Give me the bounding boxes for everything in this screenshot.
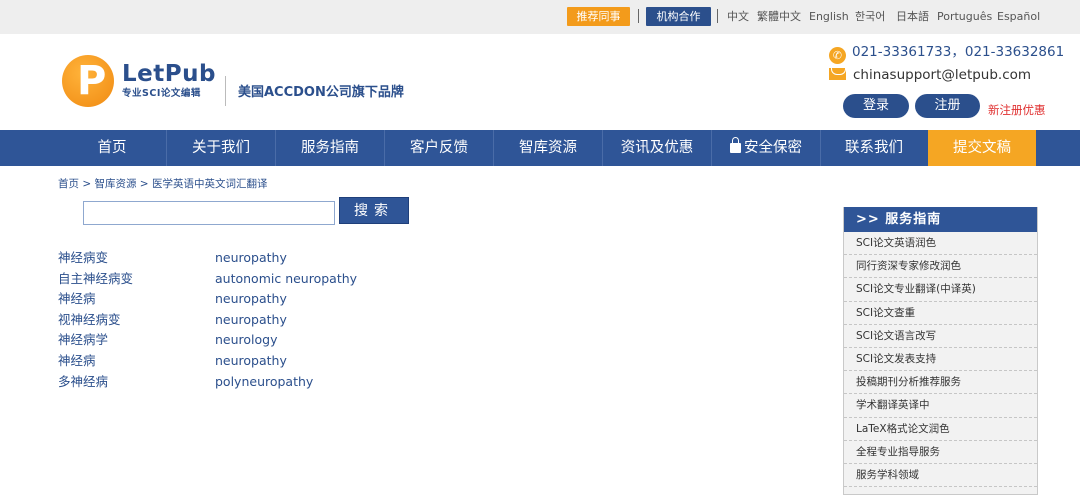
nav-contact[interactable]: 联系我们 [821,130,927,166]
nav-about[interactable]: 关于我们 [167,130,275,166]
result-row: 神经病变 neuropathy [58,248,458,268]
recommend-colleague-button[interactable]: 推荐同事 [567,7,630,26]
search-input[interactable] [83,201,335,225]
sidebar-item-en-zh-translation[interactable]: 学术翻译英译中 [844,394,1037,418]
contact-phone: ✆ 021-33361733，021-33632861 [829,43,1064,64]
nav-submit-manuscript[interactable]: 提交文稿 [928,130,1036,166]
result-term-zh[interactable]: 神经病学 [58,330,108,350]
result-row: 神经病 neuropathy [58,289,458,309]
lock-icon [730,137,741,153]
logo-divider [225,76,226,106]
brand-slogan: 美国ACCDON公司旗下品牌 [238,85,404,100]
register-button[interactable]: 注册 [915,94,980,118]
result-term-en[interactable]: autonomic neuropathy [215,269,357,289]
phone-number: 021-33361733，021-33632861 [852,44,1065,60]
search-button[interactable]: 搜索 [339,197,409,224]
result-term-zh[interactable]: 神经病 [58,351,96,371]
lang-pt-link[interactable]: Português [937,9,992,25]
sidebar-item-latex-polish[interactable]: LaTeX格式论文润色 [844,418,1037,441]
top-bar: 推荐同事 机构合作 中文 繁體中文 English 한국어 日本語 Portug… [0,0,1080,34]
org-cooperation-button[interactable]: 机构合作 [646,7,711,26]
phone-icon: ✆ [829,47,846,64]
result-row: 神经病 neuropathy [58,351,458,371]
lang-es-link[interactable]: Español [997,9,1040,25]
sidebar-item-expert-polish[interactable]: 同行资深专家修改润色 [844,255,1037,279]
result-term-zh[interactable]: 神经病变 [58,248,108,268]
sidebar-item-full-guidance[interactable]: 全程专业指导服务 [844,441,1037,464]
nav-service-guide[interactable]: 服务指南 [276,130,384,166]
result-row: 视神经病变 neuropathy [58,310,458,330]
result-term-zh[interactable]: 视神经病变 [58,310,121,330]
result-term-en[interactable]: neurology [215,330,278,350]
result-term-en[interactable]: neuropathy [215,289,287,309]
service-guide-sidebar: >> 服务指南 SCI论文英语润色 同行资深专家修改润色 SCI论文专业翻译(中… [843,207,1038,495]
main-nav: 首页 关于我们 服务指南 客户反馈 智库资源 资讯及优惠 安全保密 联系我们 提… [0,130,1080,166]
login-button[interactable]: 登录 [843,94,909,118]
sidebar-item-sci-polish[interactable]: SCI论文英语润色 [844,232,1037,256]
sidebar-title: >> 服务指南 [844,207,1037,232]
breadcrumb[interactable]: 首页 > 智库资源 > 医学英语中英文词汇翻译 [58,177,267,191]
sidebar-item-rewrite[interactable]: SCI论文语言改写 [844,325,1037,348]
lang-ja-link[interactable]: 日本語 [896,9,929,25]
sidebar-item-plagiarism-check[interactable]: SCI论文查重 [844,302,1037,325]
lang-zh-link[interactable]: 中文 [727,9,749,25]
sidebar-item-subject-areas[interactable]: 服务学科领域 [844,464,1037,488]
result-term-en[interactable]: neuropathy [215,351,287,371]
mail-icon [829,68,846,80]
result-term-en[interactable]: neuropathy [215,248,287,268]
result-row: 自主神经病变 autonomic neuropathy [58,269,458,289]
result-term-en[interactable]: polyneuropathy [215,372,313,392]
result-row: 神经病学 neurology [58,330,458,350]
nav-feedback[interactable]: 客户反馈 [385,130,493,166]
nav-resources[interactable]: 智库资源 [494,130,602,166]
divider [638,9,639,23]
result-row: 多神经病 polyneuropathy [58,372,458,392]
nav-home[interactable]: 首页 [58,130,166,166]
lang-zh-tw-link[interactable]: 繁體中文 [757,9,801,25]
register-promo-link[interactable]: 新注册优惠 [988,102,1046,118]
logo-name[interactable]: LetPub [122,60,216,88]
sidebar-item-publish-support[interactable]: SCI论文发表支持 [844,348,1037,372]
nav-security-label: 安全保密 [744,140,802,156]
result-term-en[interactable]: neuropathy [215,310,287,330]
sidebar-item-translation[interactable]: SCI论文专业翻译(中译英) [844,278,1037,302]
lang-ko-link[interactable]: 한국어 [855,9,885,25]
result-term-zh[interactable]: 多神经病 [58,372,108,392]
nav-news-offers[interactable]: 资讯及优惠 [603,130,711,166]
logo-letter: P [77,58,107,104]
logo-subtitle: 专业SCI论文编辑 [122,88,201,99]
divider [717,9,718,23]
nav-security[interactable]: 安全保密 [712,130,820,166]
email-address[interactable]: chinasupport@letpub.com [853,67,1031,83]
result-term-zh[interactable]: 神经病 [58,289,96,309]
contact-email: chinasupport@letpub.com [829,66,1031,84]
lang-en-link[interactable]: English [809,9,849,25]
sidebar-item-journal-recommend[interactable]: 投稿期刊分析推荐服务 [844,371,1037,395]
result-term-zh[interactable]: 自主神经病变 [58,269,133,289]
